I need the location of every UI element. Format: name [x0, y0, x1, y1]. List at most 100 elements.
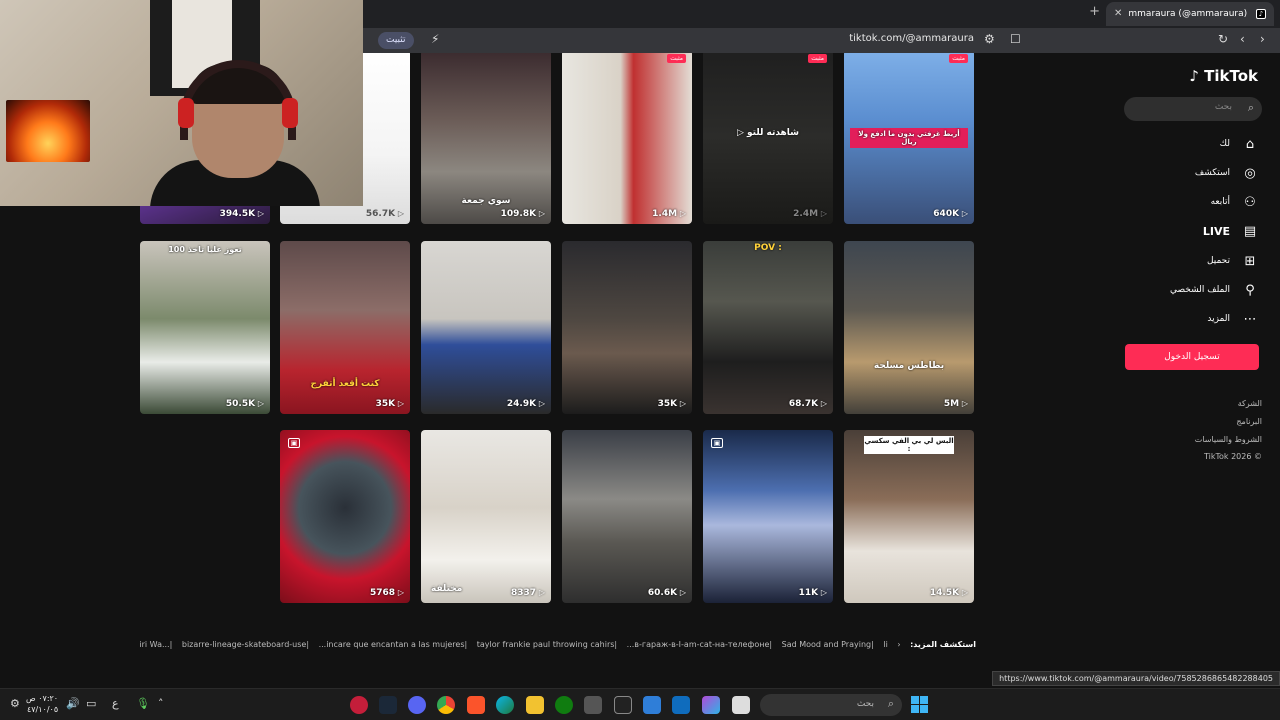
app-icon-obs[interactable]: [350, 696, 368, 714]
search-icon: ⌕: [887, 697, 894, 710]
nav-more[interactable]: المزيد ⋯: [1207, 309, 1258, 329]
reload-icon[interactable]: ↻: [1218, 32, 1228, 46]
app-icon-steam[interactable]: [379, 696, 397, 714]
video-thumbnail[interactable]: مثبت ▷ شاهدته للتو 2.4M: [703, 53, 833, 224]
app-icon-task-view[interactable]: [732, 696, 750, 714]
view-count: 5M: [944, 399, 968, 409]
footer-link-company[interactable]: الشركة: [1238, 399, 1262, 408]
nav-explore[interactable]: استكشف ◎: [1195, 163, 1258, 183]
windows-start-icon[interactable]: [911, 696, 928, 713]
related-link[interactable]: bizarre-lineage-skateboard-use: [182, 640, 306, 649]
nav-label: الملف الشخصي: [1170, 285, 1230, 295]
view-count: 640K: [933, 209, 968, 219]
taskbar-clock[interactable]: ٠٧:٢٠ ص ٤٧/١٠/٠٥: [26, 693, 58, 715]
related-link[interactable]: Sad Mood and Praying: [782, 640, 872, 649]
app-icon-chrome[interactable]: [437, 696, 455, 714]
related-heading: استكشف المزيد:: [910, 640, 976, 649]
related-link[interactable]: taylor frankie paul throwing cahirs: [477, 640, 615, 649]
video-thumbnail[interactable]: 35K: [562, 241, 692, 414]
taskbar-search-input[interactable]: بحث ⌕: [760, 694, 902, 716]
tiktok-logo[interactable]: ♪ TikTok: [1189, 67, 1258, 85]
video-thumbnail[interactable]: بطاطس مسلحة 5M: [844, 241, 974, 414]
headphone-ear-cup-right: [282, 98, 298, 128]
address-bar[interactable]: tiktok.com/@ammaraura: [849, 33, 974, 44]
bookmark-icon[interactable]: ☐: [1010, 32, 1021, 46]
chevron-left-icon[interactable]: ‹: [897, 640, 900, 649]
video-caption: تعوز عليا تاخذ 100: [168, 245, 242, 254]
tiktok-sidebar: ♪ TikTok بحث ⌕ لك ⌂ استكشف ◎ أتابعه ⚇ LI…: [1110, 53, 1280, 665]
video-thumbnail[interactable]: 24.9K: [421, 241, 551, 414]
app-icon-copilot[interactable]: [702, 696, 720, 714]
photo-post-icon: ▣: [288, 438, 300, 448]
video-thumbnail[interactable]: البس لي بي الفي سكسي : 14.5K: [844, 430, 974, 603]
app-icon-brave[interactable]: [467, 696, 485, 714]
app-icon-outlook[interactable]: [672, 696, 690, 714]
nav-label: أتابعه: [1210, 197, 1230, 207]
home-icon: ⌂: [1245, 136, 1255, 152]
app-icon-discord[interactable]: [408, 696, 426, 714]
volume-icon[interactable]: 🔊: [66, 697, 80, 710]
related-link[interactable]: ...в-гараж-в-I-am-cat-на-телефоне: [627, 640, 770, 649]
status-url: https://www.tiktok.com/@ammaraura/video/…: [992, 671, 1280, 686]
logo-text: TikTok: [1204, 67, 1258, 85]
video-thumbnail[interactable]: مثبت أربط غرفتي بدون ما ادفع ولا ريال 64…: [844, 53, 974, 224]
user-plus-icon: ⚇: [1244, 194, 1256, 210]
back-icon[interactable]: ‹: [1240, 32, 1245, 46]
install-app-button[interactable]: تثبيت: [378, 32, 414, 49]
webcam-fireplace-screen: [6, 100, 90, 162]
no-track-icon[interactable]: ⚡: [431, 32, 439, 46]
nav-label: استكشف: [1194, 168, 1230, 178]
related-searches-bar: استكشف المزيد: ‹ Pete Za Bahati Na Utaji…: [140, 640, 976, 654]
nav-label: LIVE: [1202, 224, 1230, 238]
photo-post-icon: ▣: [711, 438, 723, 448]
video-thumbnail[interactable]: ▣ 5768: [280, 430, 410, 603]
view-count: 11K: [799, 588, 827, 598]
tray-overflow-chevron-icon[interactable]: ˄: [158, 697, 164, 710]
network-icon[interactable]: ▭: [86, 697, 96, 710]
nav-label: تحميل: [1206, 256, 1230, 266]
nav-upload[interactable]: تحميل ⊞: [1207, 251, 1258, 271]
pinned-badge: مثبت: [949, 54, 968, 63]
nav-live[interactable]: LIVE ▤: [1203, 221, 1258, 241]
video-thumbnail[interactable]: مثبت 1.4M: [562, 53, 692, 224]
site-settings-icon[interactable]: ⚙: [984, 32, 995, 46]
pinned-badge: مثبت: [808, 54, 827, 63]
footer-link-terms[interactable]: الشروط والسياسات: [1195, 435, 1262, 444]
search-icon[interactable]: ⌕: [1248, 101, 1254, 115]
video-thumbnail[interactable]: سوي جمعة 109.8K: [421, 53, 551, 224]
video-caption: أربط غرفتي بدون ما ادفع ولا ريال: [850, 128, 968, 148]
video-thumbnail[interactable]: 60.6K: [562, 430, 692, 603]
close-tab-icon[interactable]: ✕: [1114, 2, 1122, 26]
forward-icon[interactable]: ›: [1260, 32, 1265, 46]
login-button[interactable]: تسجيل الدخول: [1125, 344, 1259, 370]
headphone-ear-cup-left: [178, 98, 194, 128]
related-link[interactable]: ...incare que encantan a las mujeres: [319, 640, 465, 649]
microphone-icon[interactable]: 🎙: [136, 697, 150, 710]
language-indicator[interactable]: ع: [112, 697, 119, 710]
settings-tray-icon[interactable]: ⚙: [10, 697, 20, 710]
video-thumbnail[interactable]: مختلفة 8337: [421, 430, 551, 603]
video-thumbnail[interactable]: POV : 68.7K: [703, 241, 833, 414]
app-icon-unity[interactable]: [584, 696, 602, 714]
video-thumbnail[interactable]: ▣ 11K: [703, 430, 833, 603]
view-count: 50.5K: [226, 399, 264, 409]
video-thumbnail[interactable]: تعوز عليا تاخذ 100 50.5K: [140, 241, 270, 414]
app-icon-file-explorer[interactable]: [526, 696, 544, 714]
related-link[interactable]: li: [883, 640, 887, 649]
app-icon-xbox[interactable]: [555, 696, 573, 714]
nav-for-you[interactable]: لك ⌂: [1220, 134, 1258, 154]
new-tab-button[interactable]: +: [1089, 4, 1100, 19]
video-thumbnail[interactable]: كنت أقعد أتفرج 35K: [280, 241, 410, 414]
profile-icon: ⚲: [1245, 282, 1255, 298]
browser-tab[interactable]: ✕ mmaraura (@ammaraura) | TikTok ♪: [1106, 2, 1274, 26]
app-icon-edge[interactable]: [496, 696, 514, 714]
app-icon-ctrl[interactable]: [614, 696, 632, 714]
search-input[interactable]: بحث ⌕: [1124, 97, 1262, 121]
nav-following[interactable]: أتابعه ⚇: [1211, 192, 1258, 212]
video-caption: سوي جمعة: [461, 196, 511, 206]
footer-link-program[interactable]: البرنامج: [1236, 417, 1262, 426]
related-link[interactable]: Pete Za Bahati Na Utajiri Wa...: [140, 640, 170, 649]
app-icon-store[interactable]: [643, 696, 661, 714]
upload-icon: ⊞: [1244, 253, 1256, 269]
nav-profile[interactable]: الملف الشخصي ⚲: [1170, 280, 1258, 300]
